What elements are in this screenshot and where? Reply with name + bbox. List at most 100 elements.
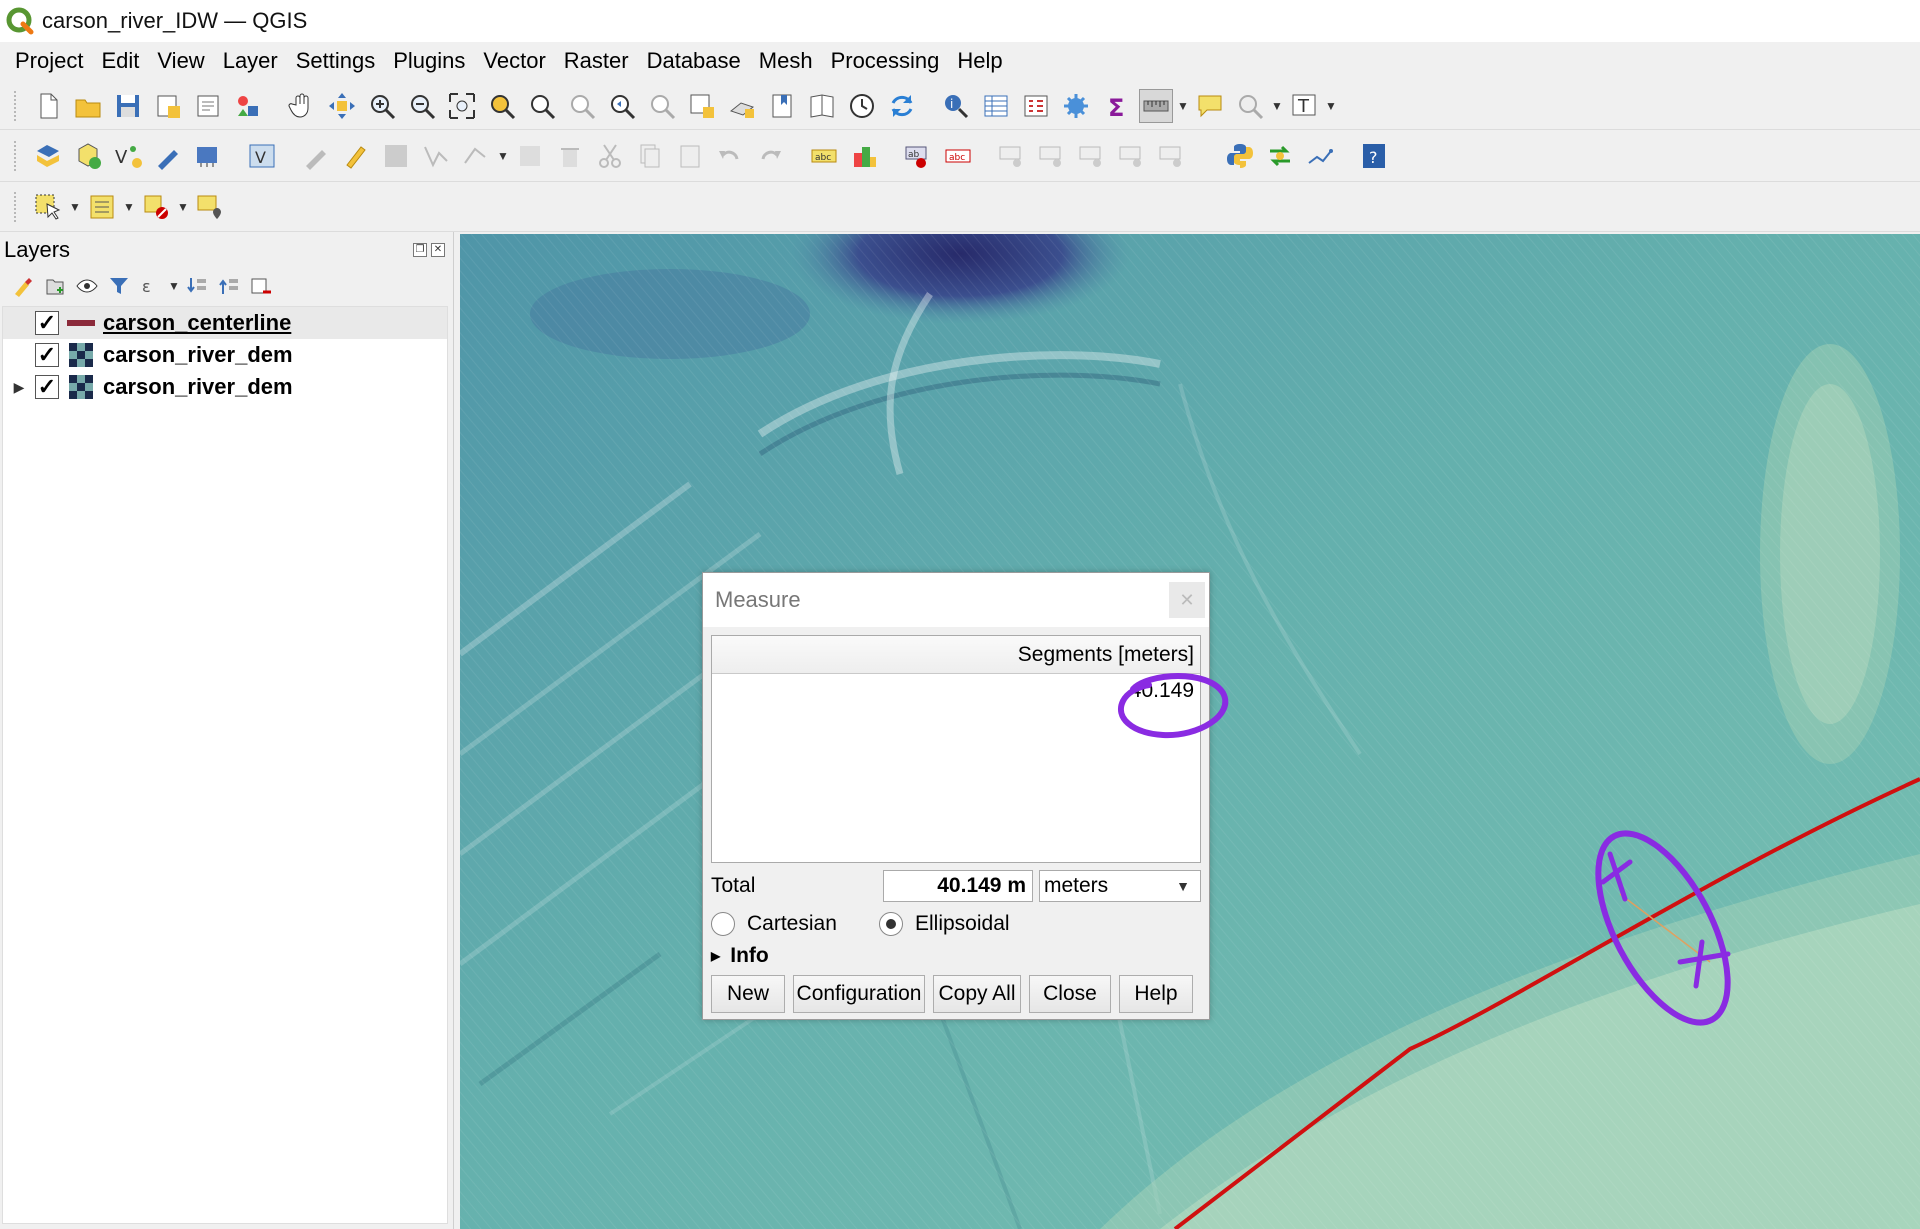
attribute-table-icon[interactable] (979, 89, 1013, 123)
layer-row-carson-river-dem[interactable]: ▶ ✓ carson_river_dem (3, 371, 447, 403)
new-map-view-icon[interactable] (685, 89, 719, 123)
cut-features-icon[interactable] (593, 139, 627, 173)
configuration-button[interactable]: Configuration (793, 975, 925, 1013)
zoom-next-icon[interactable] (645, 89, 679, 123)
add-group-icon[interactable] (40, 271, 70, 301)
expand-layer-icon[interactable]: ▶ (3, 371, 35, 403)
paste-features-icon[interactable] (673, 139, 707, 173)
filter-dropdown-arrow-icon[interactable]: ▼ (168, 269, 180, 303)
vertex-dropdown-arrow-icon[interactable]: ▼ (496, 139, 510, 173)
zoom-out-icon[interactable] (405, 89, 439, 123)
new-virtual-layer-icon[interactable] (191, 139, 225, 173)
locator-dropdown-arrow-icon[interactable]: ▼ (1270, 89, 1284, 123)
modify-attributes-icon[interactable] (513, 139, 547, 173)
toolbar-grip[interactable] (14, 140, 18, 171)
menu-database[interactable]: Database (638, 48, 750, 74)
cartesian-radio[interactable] (711, 912, 735, 936)
zoom-to-selection-icon[interactable] (485, 89, 519, 123)
select-by-location-icon[interactable] (193, 190, 227, 224)
help-button[interactable]: Help (1119, 975, 1193, 1013)
layer-visibility-checkbox[interactable]: ✓ (35, 311, 59, 335)
rotate-label-icon[interactable] (1115, 139, 1149, 173)
measure-dropdown-arrow-icon[interactable]: ▼ (1176, 89, 1190, 123)
close-button[interactable]: Close (1029, 975, 1111, 1013)
menu-plugins[interactable]: Plugins (384, 48, 474, 74)
save-project-icon[interactable] (111, 89, 145, 123)
locator-icon[interactable] (1233, 89, 1267, 123)
new-temporary-layer-icon[interactable] (151, 139, 185, 173)
close-icon[interactable]: ✕ (1169, 582, 1205, 618)
pan-to-selection-icon[interactable] (325, 89, 359, 123)
filter-legend-icon[interactable] (104, 271, 134, 301)
measure-line-icon[interactable] (1139, 88, 1173, 123)
open-project-icon[interactable] (71, 89, 105, 123)
open-layer-styling-icon[interactable] (8, 271, 38, 301)
plugin-sync-icon[interactable] (1263, 139, 1297, 173)
new-shapefile-layer-icon[interactable]: V (111, 139, 145, 173)
copy-features-icon[interactable] (633, 139, 667, 173)
close-panel-icon[interactable]: ✕ (431, 243, 445, 257)
layer-visibility-checkbox[interactable]: ✓ (35, 375, 59, 399)
data-source-manager-icon[interactable] (31, 139, 65, 173)
menu-help[interactable]: Help (948, 48, 1011, 74)
show-bookmarks-icon[interactable] (805, 89, 839, 123)
map-tips-icon[interactable] (1193, 89, 1227, 123)
layer-visibility-checkbox[interactable]: ✓ (35, 343, 59, 367)
processing-toolbox-icon[interactable] (1059, 89, 1093, 123)
text-annotation-icon[interactable]: T (1287, 89, 1321, 123)
vertex-tool-icon[interactable] (459, 139, 493, 173)
save-layer-edits-icon[interactable] (379, 139, 413, 173)
layer-labeling-options-icon[interactable]: ab (901, 139, 935, 173)
select-dropdown-arrow-icon[interactable]: ▼ (68, 190, 82, 224)
help-contents-icon[interactable]: ? (1357, 139, 1391, 173)
pin-labels-icon[interactable] (995, 139, 1029, 173)
expand-all-icon[interactable] (182, 271, 212, 301)
menu-vector[interactable]: Vector (474, 48, 554, 74)
filter-by-expression-icon[interactable]: ε (136, 271, 166, 301)
style-manager-icon[interactable] (231, 89, 265, 123)
menu-processing[interactable]: Processing (822, 48, 949, 74)
delete-selected-icon[interactable] (553, 139, 587, 173)
layer-row-carson-river-dem[interactable]: ✓ carson_river_dem (3, 339, 447, 371)
menu-project[interactable]: Project (6, 48, 92, 74)
deselect-features-icon[interactable] (139, 190, 173, 224)
new-geopackage-layer-icon[interactable] (71, 139, 105, 173)
measure-dialog-titlebar[interactable]: Measure ✕ (703, 573, 1209, 627)
new-print-layout-icon[interactable] (151, 89, 185, 123)
diagram-options-icon[interactable] (847, 139, 881, 173)
identify-features-icon[interactable]: i (939, 89, 973, 123)
show-hide-labels-icon[interactable] (1035, 139, 1069, 173)
ellipsoidal-radio[interactable] (879, 912, 903, 936)
statistical-summary-icon[interactable]: Σ (1099, 89, 1133, 123)
temporal-controller-icon[interactable] (845, 89, 879, 123)
collapse-all-icon[interactable] (214, 271, 244, 301)
menu-layer[interactable]: Layer (214, 48, 287, 74)
bookmark-icon[interactable] (765, 89, 799, 123)
menu-raster[interactable]: Raster (555, 48, 638, 74)
current-edits-icon[interactable] (299, 139, 333, 173)
layer-row-carson-centerline[interactable]: ✓ carson_centerline (3, 307, 447, 339)
menu-view[interactable]: View (148, 48, 213, 74)
deselect-dropdown-arrow-icon[interactable]: ▼ (176, 190, 190, 224)
zoom-last-icon[interactable] (605, 89, 639, 123)
zoom-native-icon[interactable] (565, 89, 599, 123)
new-project-icon[interactable] (31, 89, 65, 123)
change-label-icon[interactable] (1155, 139, 1189, 173)
zoom-full-icon[interactable] (445, 89, 479, 123)
field-calculator-icon[interactable] (1019, 89, 1053, 123)
copy-all-button[interactable]: Copy All (933, 975, 1021, 1013)
python-console-icon[interactable] (1223, 139, 1257, 173)
menu-edit[interactable]: Edit (92, 48, 148, 74)
new-3d-view-icon[interactable] (725, 89, 759, 123)
unit-dropdown[interactable]: meters ▼ (1039, 870, 1201, 902)
pan-map-icon[interactable] (285, 89, 319, 123)
toolbar-grip[interactable] (14, 191, 18, 222)
undo-icon[interactable] (713, 139, 747, 173)
expression-dropdown-arrow-icon[interactable]: ▼ (122, 190, 136, 224)
toggle-editing-icon[interactable] (339, 139, 373, 173)
label-toolbar-icon[interactable]: abc (807, 139, 841, 173)
remove-layer-icon[interactable] (246, 271, 276, 301)
show-unplaced-labels-icon[interactable]: abc (941, 139, 975, 173)
new-button[interactable]: New (711, 975, 785, 1013)
manage-map-themes-icon[interactable] (72, 271, 102, 301)
